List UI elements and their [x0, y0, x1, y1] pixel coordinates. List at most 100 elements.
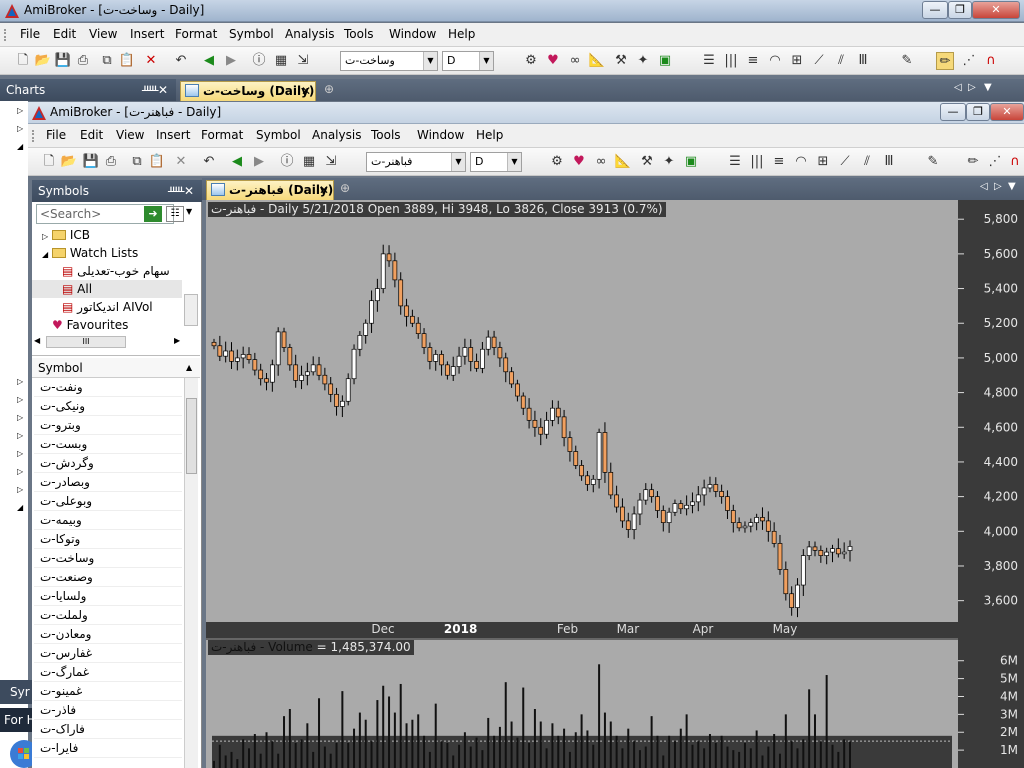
tree-item-indicator[interactable]: ▤ اندیکاتور AIVol [32, 298, 182, 316]
symbol-list-item[interactable]: ولملت-ت [34, 606, 182, 625]
tree-item-watch-lists[interactable]: ◢ Watch Lists [32, 244, 182, 262]
heart-icon[interactable]: ♥ [570, 153, 588, 171]
symbol-list-item[interactable]: ومعادن-ت [34, 625, 182, 644]
hammer-icon[interactable]: ⚒ [612, 52, 630, 70]
copy-icon[interactable]: ⧉ [98, 52, 116, 70]
interval-combo[interactable]: D ▼ [442, 51, 494, 71]
menu-insert[interactable]: Insert [130, 27, 164, 41]
menu-file[interactable]: File [20, 27, 40, 41]
close-icon[interactable]: ✕ [158, 79, 168, 101]
pin-icon[interactable]: ᚊ [142, 79, 158, 101]
close-tab-icon[interactable]: ✕ [301, 82, 311, 100]
magnet-icon[interactable]: ∩ [982, 52, 1000, 70]
glasses-icon[interactable]: ∞ [566, 52, 584, 70]
tab-scroll-right-icon[interactable]: ▷ [994, 181, 1002, 192]
horizontal-lines-icon[interactable]: ≡ [744, 52, 762, 70]
info-icon[interactable]: ⓘ [278, 153, 296, 171]
inner-menu-format[interactable]: Format [201, 128, 243, 142]
open-folder-icon[interactable]: 📂 [60, 153, 78, 171]
minimize-button[interactable]: — [922, 1, 948, 19]
scroll-right-icon[interactable]: ▶ [174, 336, 180, 345]
maximize-button[interactable]: ❐ [948, 1, 972, 19]
save-icon[interactable]: 💾 [82, 153, 100, 171]
tree-expand-icon[interactable]: ▷ [17, 106, 23, 115]
symbol-list-item[interactable]: وبست-ت [34, 435, 182, 454]
chevron-down-icon[interactable]: ▼ [479, 52, 493, 70]
vertical-lines-icon[interactable]: ||| [722, 52, 740, 70]
tab-chart-vsakht[interactable]: وساخت-ت (Daily) ✕ [180, 81, 316, 101]
chevron-down-icon[interactable]: ▼ [423, 52, 437, 70]
horizontal-lines-icon[interactable]: ≡ [770, 153, 788, 171]
fibonacci-icon[interactable]: ⫽ [832, 52, 850, 70]
print-icon[interactable]: ⎙ [74, 52, 92, 70]
windows-start-orb-icon[interactable] [6, 736, 38, 768]
fan-icon[interactable]: ⟋ [810, 52, 828, 70]
symbol-list-item[interactable]: ونیکی-ت [34, 397, 182, 416]
magnet-icon[interactable]: ∩ [1006, 153, 1024, 171]
info-icon[interactable]: ⓘ [250, 52, 268, 70]
menu-help[interactable]: Help [448, 27, 475, 41]
delete-icon[interactable]: ✕ [142, 52, 160, 70]
import-icon[interactable]: ⇲ [294, 52, 312, 70]
list-icon[interactable]: ☰ [726, 153, 744, 171]
dotted-line-icon[interactable]: ⋰ [960, 52, 978, 70]
symbols-tab-stub[interactable]: Syr [0, 680, 32, 704]
close-button[interactable]: ✕ [972, 1, 1020, 19]
tab-chart-fbahonar[interactable]: فباهنر-ت (Daily) ✕ [206, 180, 334, 200]
ruler-icon[interactable]: 📐 [588, 52, 606, 70]
tab-list-icon[interactable]: ▼ [984, 82, 992, 93]
forward-icon[interactable]: ▶ [222, 52, 240, 70]
inner-menu-analysis[interactable]: Analysis [312, 128, 361, 142]
tree-collapse-icon[interactable]: ◢ [17, 142, 23, 151]
tree-expand-icon[interactable]: ▷ [17, 431, 23, 440]
forward-icon[interactable]: ▶ [250, 153, 268, 171]
tree-item-icb[interactable]: ▷ ICB [32, 226, 182, 244]
grid-icon[interactable]: ⊞ [814, 153, 832, 171]
run-icon[interactable]: ▣ [656, 52, 674, 70]
symbol-list-item[interactable]: وگردش-ت [34, 454, 182, 473]
symbol-list-item[interactable]: غفارس-ت [34, 644, 182, 663]
pencil-icon[interactable]: ✏ [964, 153, 982, 171]
tree-expand-icon[interactable]: ▷ [17, 124, 23, 133]
symbol-list-item[interactable]: ونفت-ت [34, 378, 182, 397]
save-icon[interactable]: 💾 [54, 52, 72, 70]
new-tab-icon[interactable]: ⊕ [340, 181, 350, 195]
delete-icon[interactable]: ✕ [172, 153, 190, 171]
close-tab-icon[interactable]: ✕ [319, 181, 329, 199]
symbol-list-item[interactable]: وتوکا-ت [34, 530, 182, 549]
inner-minimize-button[interactable]: — [940, 103, 966, 121]
pen-color-icon[interactable]: ✎ [898, 52, 916, 70]
fan-icon[interactable]: ⟋ [836, 153, 854, 171]
properties-icon[interactable]: ▦ [300, 153, 318, 171]
ruler-icon[interactable]: 📐 [614, 153, 632, 171]
close-icon[interactable]: ✕ [184, 180, 194, 202]
symbol-column-header[interactable]: Symbol ▲ [32, 358, 200, 378]
symbol-list-item[interactable]: ولسایا-ت [34, 587, 182, 606]
tree-collapse-icon[interactable]: ◢ [42, 250, 48, 259]
new-file-icon[interactable]: 🗋 [40, 153, 58, 171]
tab-list-icon[interactable]: ▼ [1008, 181, 1016, 192]
tree-expand-icon[interactable]: ▷ [42, 232, 48, 241]
filter-list-icon[interactable]: ☷ [166, 206, 184, 222]
tree-item-good-stocks[interactable]: ▤ سهام خوب-تعدیلی [32, 262, 182, 280]
new-tab-icon[interactable]: ⊕ [324, 82, 334, 96]
inner-menu-edit[interactable]: Edit [80, 128, 103, 142]
back-icon[interactable]: ◀ [200, 52, 218, 70]
tab-scroll-left-icon[interactable]: ◁ [980, 181, 988, 192]
undo-icon[interactable]: ↶ [200, 153, 218, 171]
new-file-icon[interactable]: 🗋 [14, 52, 32, 70]
chevron-down-icon[interactable]: ▼ [186, 207, 192, 216]
tree-expand-icon[interactable]: ▷ [17, 395, 23, 404]
arc-icon[interactable]: ◠ [766, 52, 784, 70]
inner-menu-view[interactable]: View [116, 128, 144, 142]
paste-icon[interactable]: 📋 [118, 52, 136, 70]
inner-menu-tools[interactable]: Tools [371, 128, 401, 142]
dotted-line-icon[interactable]: ⋰ [986, 153, 1004, 171]
symbol-list-item[interactable]: وساخت-ت [34, 549, 182, 568]
sort-up-icon[interactable]: ▲ [186, 358, 192, 378]
run-icon[interactable]: ▣ [682, 153, 700, 171]
symbol-list-item[interactable]: وصنعت-ت [34, 568, 182, 587]
pencil-icon[interactable]: ✏ [936, 52, 954, 70]
inner-menu-file[interactable]: File [46, 128, 66, 142]
symbol-list-item[interactable]: فاراک-ت [34, 720, 182, 739]
